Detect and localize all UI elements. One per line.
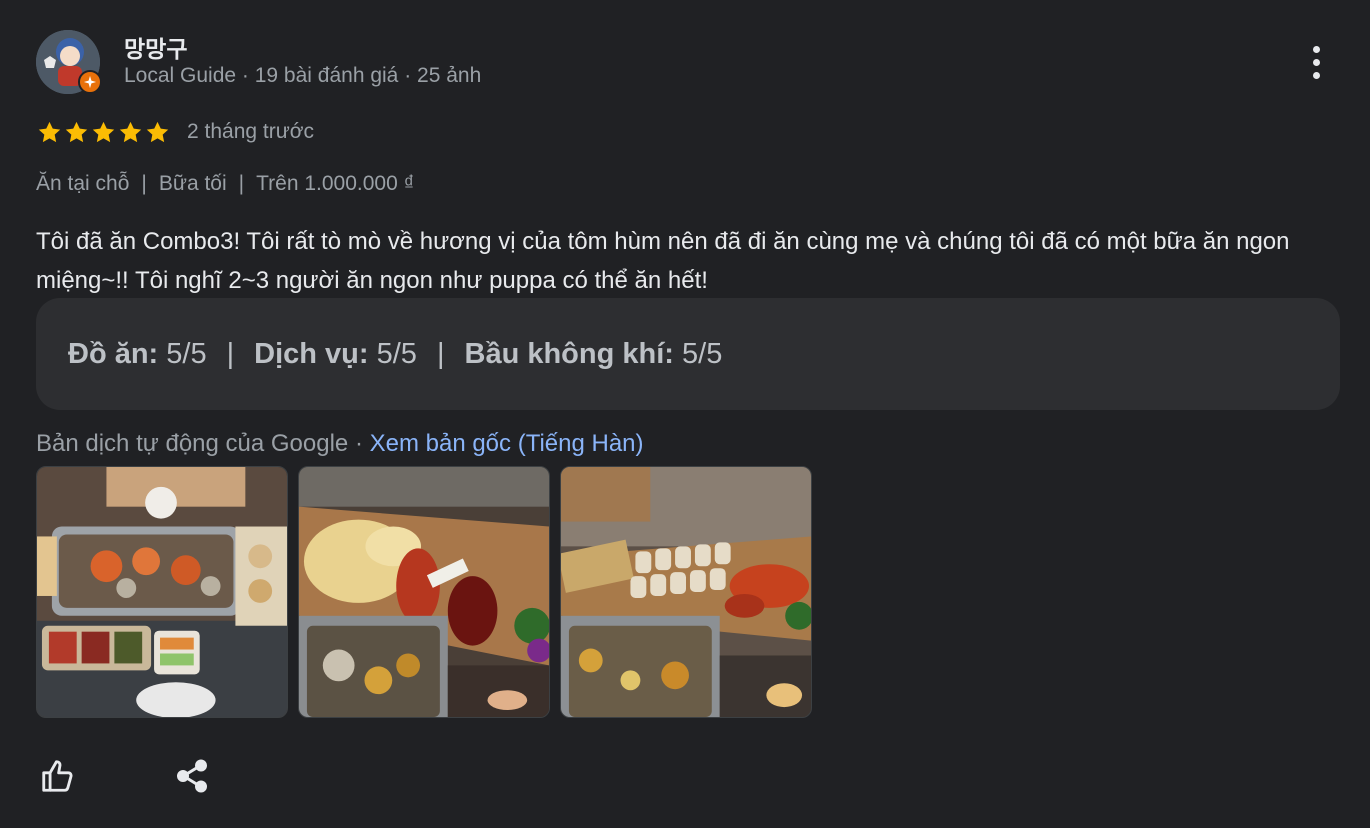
review-photos (36, 466, 812, 718)
score-separator: | (226, 337, 235, 370)
score-service-value: 5/5 (376, 337, 417, 370)
review-text: Tôi đã ăn Combo3! Tôi rất tò mò về hương… (36, 228, 1290, 294)
star-icon (65, 121, 88, 142)
share-icon[interactable] (170, 754, 214, 798)
reviewer-name[interactable]: 망망구 (124, 30, 187, 64)
attribute-separator: | (238, 172, 245, 195)
star-icon (92, 121, 115, 142)
score-atmosphere-value: 5/5 (682, 337, 723, 370)
photo-seafood-table[interactable] (36, 466, 288, 718)
attribute-meal: Bữa tối (158, 172, 227, 195)
translation-note: Bản dịch tự động của Google · Xem bản gố… (36, 430, 644, 458)
star-rating (36, 119, 171, 146)
local-guide-badge-icon (78, 70, 102, 94)
review-actions (36, 754, 214, 798)
review-time: 2 tháng trước (187, 120, 315, 143)
review-attributes: Ăn tại chỗ | Bữa tối | Trên 1.000.000 ₫ (36, 172, 414, 196)
star-icon (38, 121, 61, 142)
star-icon (119, 121, 142, 142)
thumbs-up-icon[interactable] (36, 754, 80, 798)
reviewer-meta: Local Guide · 19 bài đánh giá · 25 ảnh (124, 64, 482, 87)
translation-separator: · (348, 430, 370, 457)
score-atmosphere-label: Bầu không khí: (464, 337, 674, 370)
review-card: 망망구 Local Guide · 19 bài đánh giá · 25 ả… (0, 0, 1370, 828)
translation-label: Bản dịch tự động của Google (36, 430, 349, 457)
photo-lobster-board[interactable] (298, 466, 550, 718)
score-service-label: Dịch vụ: (254, 337, 369, 370)
score-food-value: 5/5 (166, 337, 207, 370)
rating-row: 2 tháng trước (36, 116, 314, 148)
score-separator: | (436, 337, 445, 370)
score-food-label: Đồ ăn: (68, 337, 159, 370)
reviewer-avatar[interactable] (36, 30, 102, 94)
attribute-dining: Ăn tại chỗ (36, 172, 130, 195)
more-options-icon[interactable] (1298, 40, 1334, 84)
photo-lobster-rolls[interactable] (560, 466, 812, 718)
see-original-link[interactable]: Xem bản gốc (Tiếng Hàn) (370, 430, 644, 457)
attribute-price: Trên 1.000.000 ₫ (256, 172, 415, 195)
attribute-separator: | (141, 172, 147, 195)
scores-box: Đồ ăn: 5/5 | Dịch vụ: 5/5 | Bầu không kh… (36, 298, 1340, 410)
star-icon (146, 121, 169, 142)
